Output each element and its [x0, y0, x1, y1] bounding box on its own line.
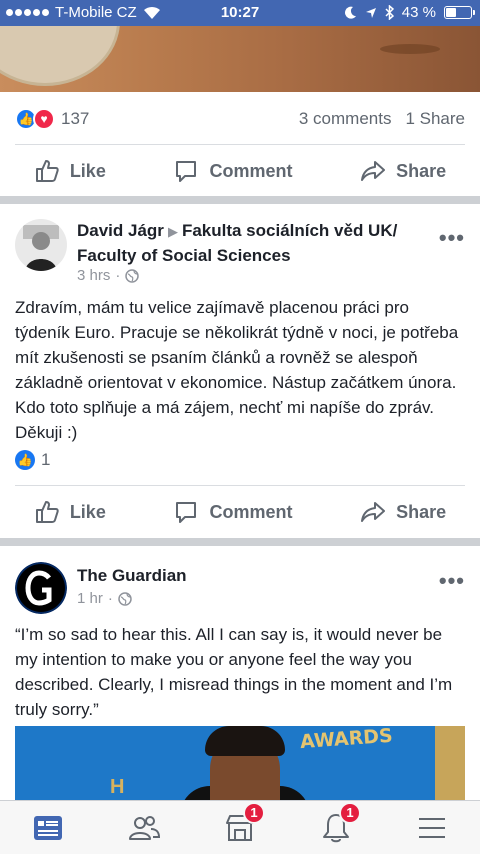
comment-button[interactable]: Comment: [173, 499, 293, 525]
post2-meta: 3 hrs ·: [77, 267, 140, 284]
battery-icon: [444, 6, 475, 19]
moon-icon: [344, 6, 356, 19]
location-icon: [365, 7, 376, 18]
like-button[interactable]: Like: [34, 499, 106, 525]
menu-icon: [419, 817, 445, 838]
post-photo[interactable]: [0, 26, 480, 92]
share-button[interactable]: Share: [360, 499, 446, 525]
post-time[interactable]: 3 hrs: [77, 267, 110, 284]
post3-header: The Guardian 1 hr · •••: [15, 562, 465, 618]
post-separator: [0, 196, 480, 204]
news-feed-icon: [34, 815, 62, 840]
image-awards-text: AWARDS: [299, 726, 394, 754]
share-label: Share: [396, 501, 447, 522]
post3-author-line: The Guardian: [77, 564, 432, 588]
avatar[interactable]: [15, 219, 67, 271]
divider: [15, 485, 465, 486]
share-icon: [361, 161, 386, 181]
notifications-badge: 1: [339, 801, 361, 824]
nav-news-feed[interactable]: [23, 808, 73, 848]
like-label: Like: [69, 501, 106, 522]
reaction-icons[interactable]: 👍 ♥: [15, 108, 55, 130]
bluetooth-icon: [385, 5, 394, 20]
status-right: 43 %: [344, 4, 475, 21]
comment-button[interactable]: Comment: [173, 158, 293, 184]
nav-menu[interactable]: [407, 808, 457, 848]
post2-author-line: David Jágr ▶ Fakulta sociálních věd UK/ Fa…: [77, 219, 432, 268]
comment-label: Comment: [209, 501, 293, 522]
nav-notifications[interactable]: 1: [311, 801, 361, 848]
like-reaction-icon: 👍: [15, 450, 35, 470]
share-button[interactable]: Share: [360, 158, 446, 184]
dot-separator: ·: [115, 267, 121, 284]
share-label: Share: [396, 160, 447, 181]
post2-likes[interactable]: 👍 1: [15, 450, 50, 470]
love-reaction-icon: ♥: [33, 108, 55, 130]
post-separator: [0, 538, 480, 546]
comments-count[interactable]: 3 comments: [299, 109, 392, 129]
battery-percent: 43 %: [401, 4, 436, 21]
guardian-logo-avatar[interactable]: [15, 562, 67, 614]
post2-text: Zdravím, mám tu velice zajímavě placenou…: [15, 298, 459, 442]
post3-text: “I’m so sad to hear this. All I can say …: [15, 625, 453, 719]
dot-separator: ·: [107, 590, 113, 607]
author-name[interactable]: David Jágr: [77, 221, 164, 240]
post3-meta: 1 hr ·: [77, 590, 132, 607]
post3-image[interactable]: H AWARDS: [15, 726, 465, 800]
like-label: Like: [69, 160, 106, 181]
friends-icon: [129, 815, 161, 840]
like-count: 1: [41, 450, 51, 469]
thumbs-up-icon: [35, 160, 59, 182]
marketplace-badge: 1: [243, 801, 265, 824]
nav-friends[interactable]: [119, 808, 169, 848]
post-time[interactable]: 1 hr: [77, 590, 103, 607]
author-name[interactable]: The Guardian: [77, 566, 187, 585]
more-options-icon[interactable]: •••: [439, 225, 465, 251]
shares-count[interactable]: 1 Share: [405, 109, 465, 129]
arrow-right-icon: ▶: [167, 224, 178, 239]
image-letter: H: [110, 776, 125, 798]
comment-label: Comment: [209, 160, 293, 181]
comment-icon: [176, 502, 197, 523]
globe-icon: [125, 268, 140, 283]
like-button[interactable]: Like: [34, 158, 106, 184]
reactions-row: 👍 ♥ 137 3 comments 1 Share: [0, 106, 480, 132]
reaction-count[interactable]: 137: [61, 109, 89, 129]
nav-marketplace[interactable]: 1: [215, 801, 265, 848]
bottom-nav: 1 1: [0, 800, 480, 854]
thumbs-up-icon: [35, 501, 59, 523]
globe-icon: [118, 591, 132, 606]
more-options-icon[interactable]: •••: [439, 568, 465, 594]
post1-actions: Like Comment Share: [0, 146, 480, 196]
divider: [15, 144, 465, 145]
post2-header: David Jágr ▶ Fakulta sociálních věd UK/ Fa…: [15, 219, 465, 289]
comment-icon: [176, 161, 197, 182]
status-bar: T-Mobile CZ 10:27 43 %: [0, 0, 480, 26]
post2-actions: Like Comment Share: [0, 487, 480, 537]
share-icon: [361, 502, 386, 522]
